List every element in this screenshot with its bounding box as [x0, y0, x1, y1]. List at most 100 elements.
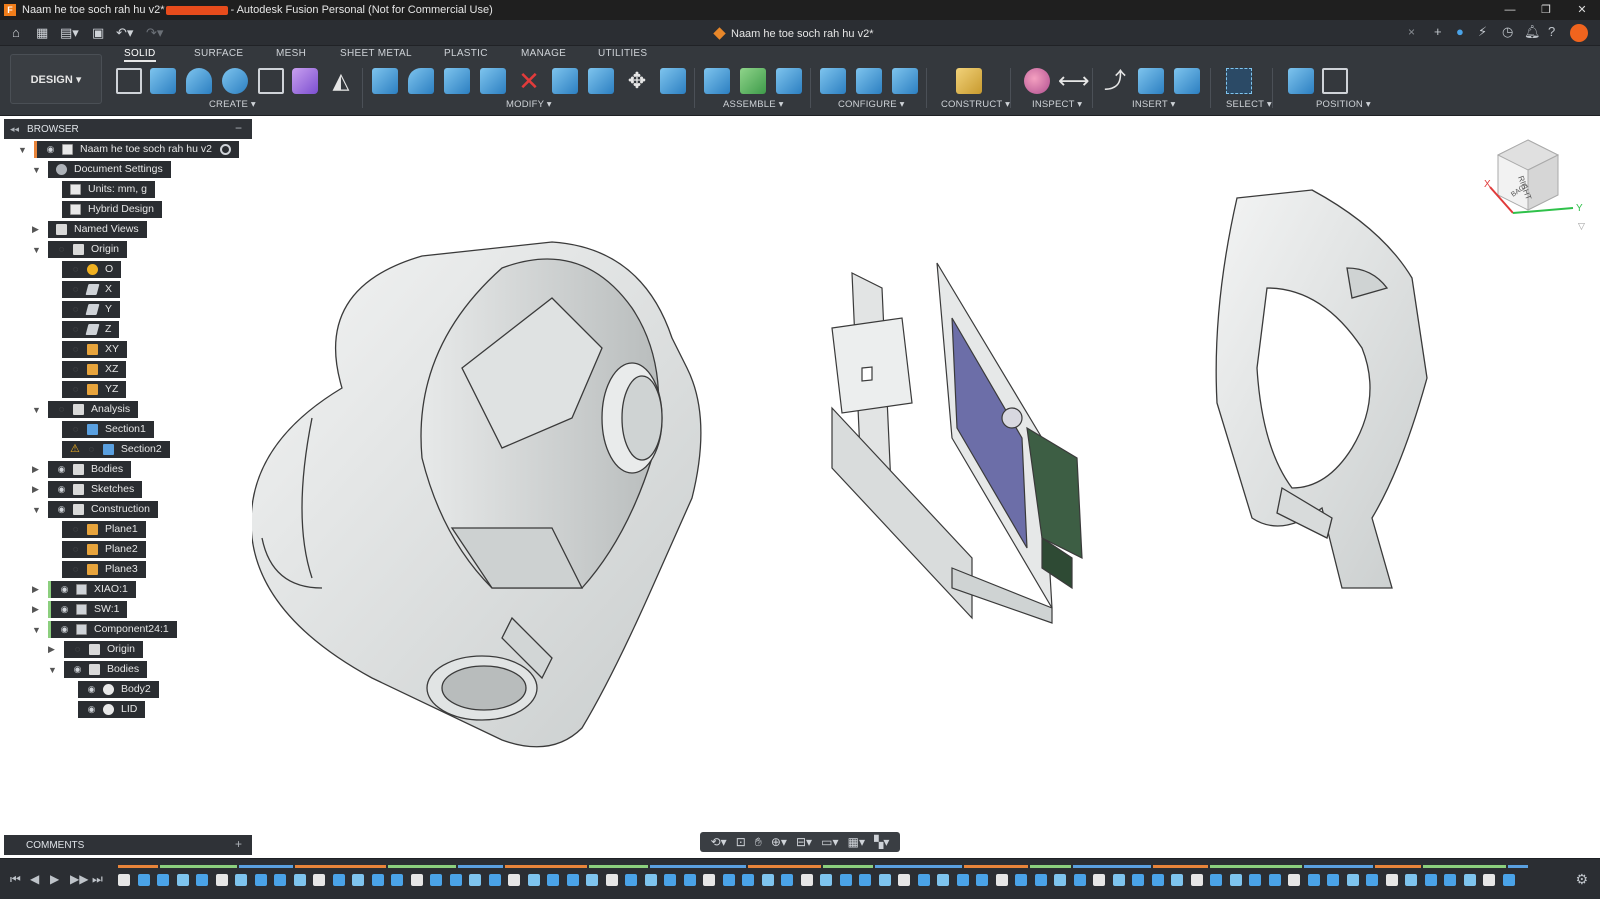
- browser-collapse-button[interactable]: −: [235, 121, 242, 135]
- group-position[interactable]: POSITION ▾: [1316, 99, 1371, 110]
- close-tab-button[interactable]: ×: [1408, 25, 1415, 39]
- eye-icon[interactable]: ◉: [59, 604, 70, 615]
- timeline-feature-icon[interactable]: [1093, 874, 1105, 886]
- timeline-feature-icon[interactable]: [118, 874, 130, 886]
- eye-hidden-icon[interactable]: ◌: [70, 344, 81, 355]
- zoom-icon[interactable]: ⊕▾: [771, 835, 787, 849]
- timeline-feature-icon[interactable]: [254, 874, 267, 886]
- online-status-icon[interactable]: ●: [1456, 24, 1464, 42]
- timeline-feature-icon[interactable]: [1132, 874, 1144, 886]
- capture-position-icon[interactable]: [1288, 68, 1314, 94]
- timeline-feature-icon[interactable]: [293, 874, 306, 886]
- timeline-feature-icon[interactable]: [800, 874, 813, 886]
- timeline-feature-icon[interactable]: [1405, 874, 1417, 886]
- tree-root[interactable]: ▼ ◉ Naam he toe soch rah hu v2: [18, 141, 239, 158]
- notifications-icon[interactable]: 🔔︎: [1524, 24, 1541, 42]
- extensions-icon[interactable]: ⚡: [1478, 24, 1487, 42]
- timeline-feature-icon[interactable]: [1112, 874, 1125, 886]
- eye-hidden-icon[interactable]: ◌: [56, 404, 67, 415]
- chevron-down-icon[interactable]: ▼: [18, 145, 27, 155]
- eye-hidden-icon[interactable]: ◌: [86, 444, 97, 455]
- timeline-feature-icon[interactable]: [1249, 874, 1261, 886]
- timeline-feature-icon[interactable]: [664, 874, 676, 886]
- mirror-icon[interactable]: ◭: [328, 68, 354, 94]
- tab-manage[interactable]: MANAGE: [521, 48, 566, 59]
- tab-sheet-metal[interactable]: SHEET METAL: [340, 48, 412, 59]
- timeline-feature-icon[interactable]: [722, 874, 735, 886]
- shell-icon[interactable]: [480, 68, 506, 94]
- document-tab[interactable]: Naam he toe soch rah hu v2*: [713, 21, 873, 46]
- group-create[interactable]: CREATE ▾: [209, 99, 256, 110]
- timeline-feature-icon[interactable]: [371, 874, 384, 886]
- eye-hidden-icon[interactable]: ◌: [70, 284, 81, 295]
- chevron-right-icon[interactable]: ▶: [32, 224, 39, 235]
- eye-icon[interactable]: ◉: [56, 504, 67, 515]
- pattern-icon[interactable]: [258, 68, 284, 94]
- measure-icon[interactable]: ⟷: [1058, 68, 1090, 94]
- add-comment-button[interactable]: +: [235, 837, 242, 851]
- timeline-feature-icon[interactable]: [995, 874, 1008, 886]
- timeline-feature-icon[interactable]: [215, 874, 228, 886]
- tree-item-axis-x[interactable]: ◌ X: [62, 281, 121, 298]
- extrude-icon[interactable]: [150, 68, 176, 94]
- timeline-forward-icon[interactable]: ▶▶: [70, 872, 88, 886]
- interference-icon[interactable]: [1024, 68, 1050, 94]
- chevron-right-icon[interactable]: ▶: [48, 644, 55, 655]
- eye-icon[interactable]: ◉: [72, 664, 83, 675]
- tree-item-origin-point[interactable]: ◌ O: [62, 261, 122, 278]
- look-at-icon[interactable]: ⊡: [736, 835, 746, 849]
- revert-position-icon[interactable]: [1322, 68, 1348, 94]
- 3d-viewport[interactable]: [250, 118, 1600, 843]
- timeline-feature-icon[interactable]: [781, 874, 793, 886]
- tree-item-origin[interactable]: ▼ ◌ Origin: [32, 241, 128, 258]
- timeline-feature-icon[interactable]: [859, 874, 871, 886]
- eye-hidden-icon[interactable]: ◌: [70, 364, 81, 375]
- timeline-feature-icon[interactable]: [235, 874, 247, 886]
- timeline-feature-icon[interactable]: [1463, 874, 1476, 886]
- eye-hidden-icon[interactable]: ◌: [70, 304, 81, 315]
- timeline-feature-icon[interactable]: [742, 874, 754, 886]
- chevron-right-icon[interactable]: ▶: [32, 484, 39, 495]
- tree-item-lid[interactable]: ◉ LID: [78, 701, 146, 718]
- timeline-feature-icon[interactable]: [1288, 874, 1300, 886]
- tree-item-construction[interactable]: ▼ ◉ Construction: [32, 501, 158, 518]
- timeline-feature-icon[interactable]: [956, 874, 969, 886]
- timeline-feature-icon[interactable]: [157, 874, 169, 886]
- chevron-right-icon[interactable]: ▶: [32, 464, 39, 475]
- parameters-icon[interactable]: [892, 68, 918, 94]
- timeline-feature-icon[interactable]: [196, 874, 208, 886]
- chevron-down-icon[interactable]: ▼: [32, 165, 41, 175]
- tab-utilities[interactable]: UTILITIES: [598, 48, 647, 59]
- pan-icon[interactable]: ✋︎: [755, 835, 762, 850]
- timeline-feature-icon[interactable]: [566, 874, 579, 886]
- tree-item-axis-y[interactable]: ◌ Y: [62, 301, 121, 318]
- as-built-joint-icon[interactable]: [776, 68, 802, 94]
- chevron-down-icon[interactable]: ▼: [48, 665, 57, 675]
- timeline-feature-icon[interactable]: [469, 874, 481, 886]
- eye-icon[interactable]: ◉: [59, 624, 70, 635]
- timeline-feature-icon[interactable]: [1190, 874, 1203, 886]
- eye-icon[interactable]: ◉: [86, 704, 97, 715]
- tree-item-section1[interactable]: ◌ Section1: [62, 421, 154, 438]
- timeline-feature-icon[interactable]: [625, 874, 637, 886]
- timeline-feature-icon[interactable]: [839, 874, 852, 886]
- tree-item-section2[interactable]: ⚠ ◌ Section2: [62, 441, 170, 458]
- delete-icon[interactable]: ✕: [516, 68, 542, 94]
- timeline-feature-icon[interactable]: [1171, 874, 1183, 886]
- timeline-feature-icon[interactable]: [1268, 874, 1281, 886]
- group-construct[interactable]: CONSTRUCT ▾: [941, 99, 1010, 110]
- eye-icon[interactable]: ◉: [56, 484, 67, 495]
- timeline-feature-icon[interactable]: [274, 874, 286, 886]
- eye-hidden-icon[interactable]: ◌: [56, 244, 67, 255]
- new-tab-icon[interactable]: +: [1434, 24, 1442, 42]
- timeline-feature-icon[interactable]: [137, 874, 150, 886]
- configure-icon[interactable]: [820, 68, 846, 94]
- timeline-feature-icon[interactable]: [1444, 874, 1456, 886]
- tree-item-xiao[interactable]: ▶ ◉ XIAO:1: [32, 581, 136, 598]
- maximize-button[interactable]: ❐: [1528, 0, 1564, 20]
- eye-icon[interactable]: ◉: [86, 684, 97, 695]
- chevron-right-icon[interactable]: ▶: [32, 584, 39, 595]
- timeline-feature-icon[interactable]: [1073, 874, 1086, 886]
- tree-item-axis-z[interactable]: ◌ Z: [62, 321, 120, 338]
- create-form-icon[interactable]: [292, 68, 318, 94]
